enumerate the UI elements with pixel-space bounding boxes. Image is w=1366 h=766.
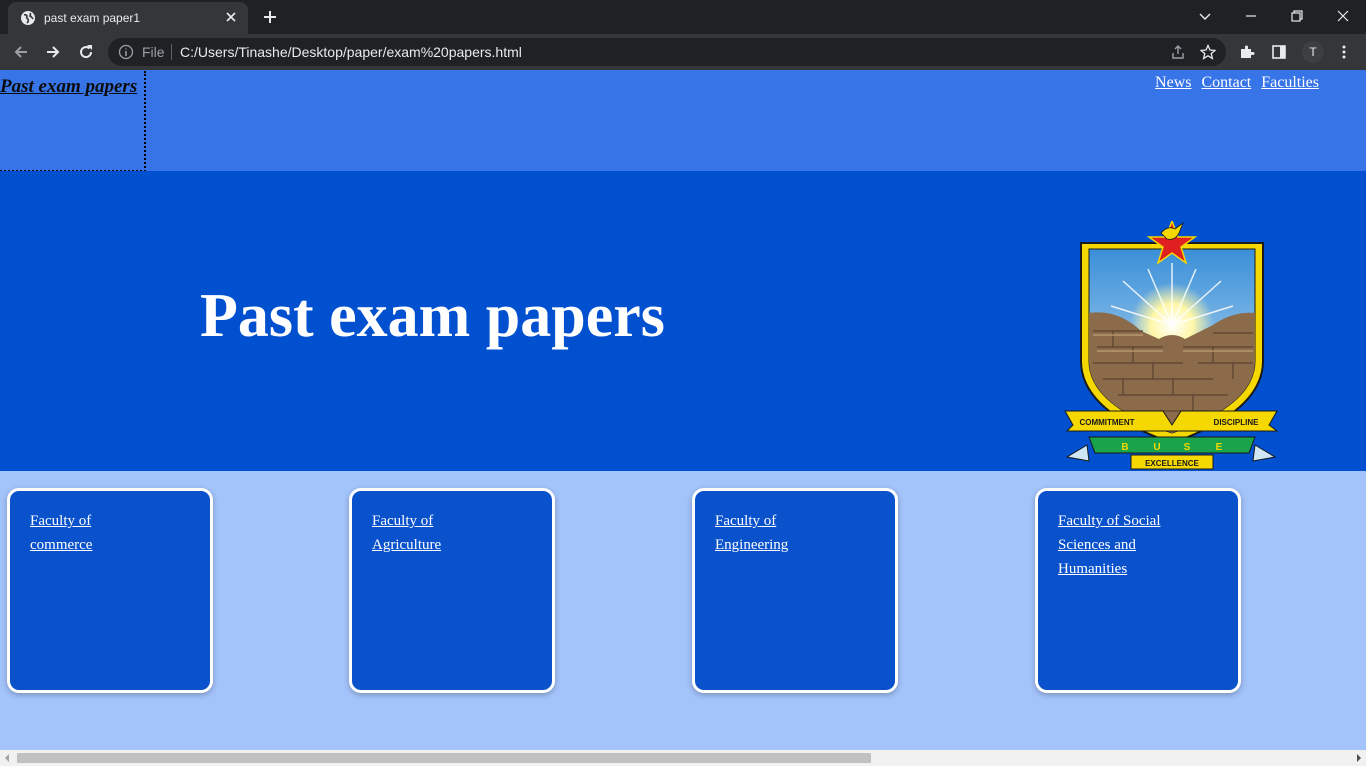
faculty-link-social-sciences[interactable]: Faculty of Social Sciences and Humanitie… xyxy=(1058,509,1218,581)
faculty-card-row: Faculty of commerce Faculty of Agricultu… xyxy=(0,488,1366,698)
omnibox-separator xyxy=(171,44,172,60)
scroll-right-arrow-icon[interactable] xyxy=(1355,754,1363,762)
faculty-link-line: Faculty of xyxy=(372,513,434,529)
profile-avatar[interactable]: T xyxy=(1302,41,1324,63)
nav-link-news[interactable]: News xyxy=(1155,74,1191,92)
address-bar[interactable]: File C:/Users/Tinashe/Desktop/paper/exam… xyxy=(108,38,1226,66)
scrollbar-thumb[interactable] xyxy=(17,753,871,763)
share-icon[interactable] xyxy=(1170,44,1186,60)
url-scheme-label: File xyxy=(142,44,165,60)
tab-title: past exam paper1 xyxy=(44,11,141,25)
reload-icon[interactable] xyxy=(77,43,95,61)
bookmark-star-icon[interactable] xyxy=(1200,44,1216,60)
crest-motto: EXCELLENCE xyxy=(1145,459,1199,468)
faculty-link-line: Humanities xyxy=(1058,561,1128,577)
faculty-link-line: Faculty of Social xyxy=(1058,513,1161,529)
scroll-left-arrow-icon[interactable] xyxy=(3,754,11,762)
more-menu-icon[interactable] xyxy=(1336,44,1352,60)
browser-tab-strip: past exam paper1 xyxy=(0,0,1366,34)
hero-banner: Past exam papers COMMITMENT DISCIPLINE B… xyxy=(0,171,1366,471)
faculty-link-agriculture[interactable]: Faculty of Agriculture xyxy=(372,509,532,557)
nav-link-faculties[interactable]: Faculties xyxy=(1261,74,1319,92)
forward-arrow-icon[interactable] xyxy=(44,43,62,61)
faculty-link-line: Faculty of xyxy=(715,513,777,529)
faculty-card-social-sciences[interactable]: Faculty of Social Sciences and Humanitie… xyxy=(1035,488,1241,693)
top-navigation: News Contact Faculties xyxy=(1155,74,1319,92)
close-tab-icon[interactable] xyxy=(224,10,238,24)
extensions-puzzle-icon[interactable] xyxy=(1239,44,1255,60)
crest-letter-e: E xyxy=(1216,442,1223,453)
faculty-link-line: Engineering xyxy=(715,537,789,553)
faculty-link-commerce[interactable]: Faculty of commerce xyxy=(30,509,190,557)
page-viewport: Past exam papers News Contact Faculties … xyxy=(0,70,1366,750)
globe-icon xyxy=(21,11,35,25)
page-title: Past exam papers xyxy=(200,282,665,350)
faculty-card-agriculture[interactable]: Faculty of Agriculture xyxy=(349,488,555,693)
browser-tab[interactable]: past exam paper1 xyxy=(8,2,248,34)
new-tab-icon[interactable] xyxy=(262,9,278,25)
site-title-text: Past exam papers xyxy=(0,76,138,97)
crest-banner-left: COMMITMENT xyxy=(1079,418,1134,427)
faculty-link-line: commerce xyxy=(30,537,93,553)
back-arrow-icon[interactable] xyxy=(12,43,30,61)
browser-toolbar: File C:/Users/Tinashe/Desktop/paper/exam… xyxy=(0,34,1366,70)
faculty-link-engineering[interactable]: Faculty of Engineering xyxy=(715,509,875,557)
crest-letter-s: S xyxy=(1184,442,1191,453)
tab-search-chevron-icon[interactable] xyxy=(1197,8,1213,24)
university-crest-logo: COMMITMENT DISCIPLINE B U S E EXCELLENCE xyxy=(1064,221,1279,470)
crest-letter-b: B xyxy=(1121,442,1128,453)
horizontal-scrollbar[interactable] xyxy=(0,750,1366,766)
site-title-link[interactable]: Past exam papers xyxy=(0,71,146,172)
crest-letter-u: U xyxy=(1153,442,1160,453)
minimize-icon[interactable] xyxy=(1243,8,1259,24)
faculty-link-line: Agriculture xyxy=(372,537,442,553)
info-icon[interactable] xyxy=(118,44,134,60)
faculty-link-line: Faculty of xyxy=(30,513,92,529)
side-panel-icon[interactable] xyxy=(1271,44,1287,60)
url-text[interactable]: C:/Users/Tinashe/Desktop/paper/exam%20pa… xyxy=(180,44,522,60)
nav-link-contact[interactable]: Contact xyxy=(1201,74,1251,92)
close-window-icon[interactable] xyxy=(1335,8,1351,24)
crest-banner-right: DISCIPLINE xyxy=(1214,418,1260,427)
faculty-link-line: Sciences and xyxy=(1058,537,1136,553)
restore-icon[interactable] xyxy=(1289,8,1305,24)
faculty-card-engineering[interactable]: Faculty of Engineering xyxy=(692,488,898,693)
site-header: Past exam papers News Contact Faculties xyxy=(0,70,1366,172)
faculty-card-commerce[interactable]: Faculty of commerce xyxy=(7,488,213,693)
